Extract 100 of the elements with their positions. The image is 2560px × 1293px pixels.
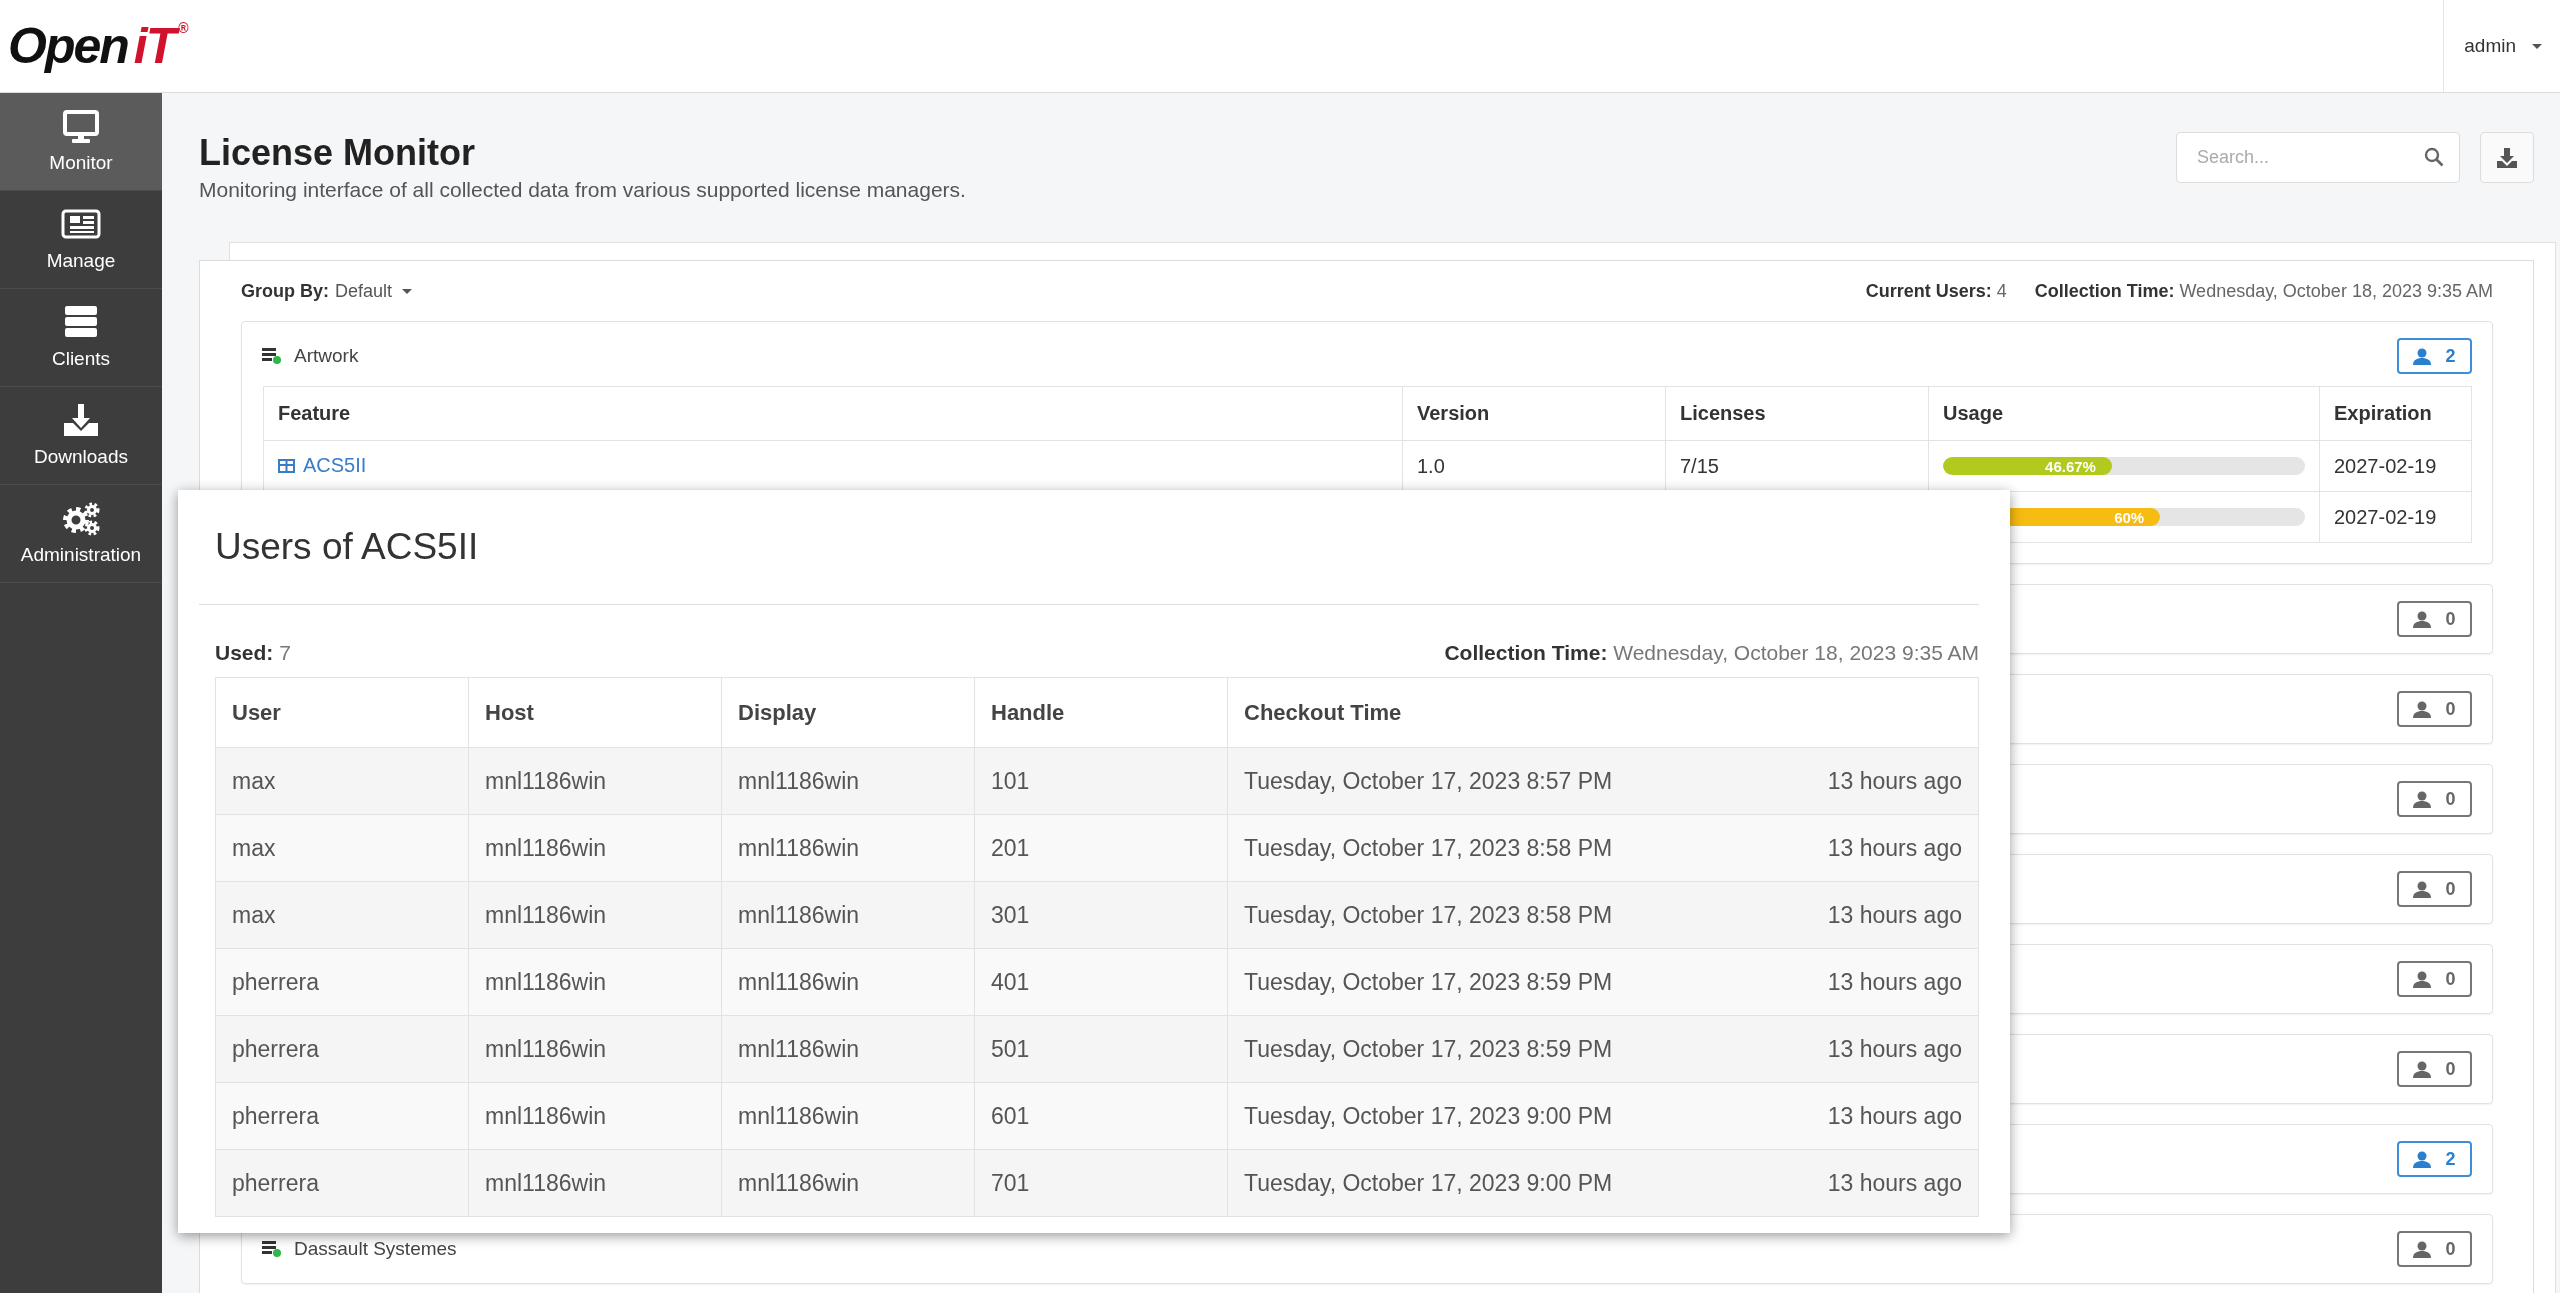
table-cell: mnl1186win (468, 1149, 722, 1217)
users-button[interactable]: 0 (2397, 781, 2472, 817)
caret-icon (2532, 43, 2542, 49)
table-cell: mnl1186win (721, 1149, 975, 1217)
relative-time: 13 hours ago (1827, 834, 1962, 862)
relative-time: 13 hours ago (1827, 767, 1962, 795)
checkout-time: Tuesday, October 17, 2023 8:58 PM (1244, 901, 1613, 929)
checkout-time: Tuesday, October 17, 2023 9:00 PM (1244, 1169, 1613, 1197)
column-header: Host (468, 677, 722, 748)
users-button[interactable]: 2 (2397, 338, 2472, 374)
table-cell: mnl1186win (468, 881, 722, 949)
users-button[interactable]: 0 (2397, 691, 2472, 727)
summary-text: Current Users: 4 (1865, 280, 2007, 302)
relative-time: 13 hours ago (1827, 1169, 1962, 1197)
relative-time: 13 hours ago (1827, 1035, 1962, 1063)
table-cell: 101 (974, 747, 1228, 815)
newspaper-icon (61, 207, 101, 242)
table-cell: 201 (974, 814, 1228, 882)
table-cell: max (215, 881, 469, 949)
page-title: License Monitor (199, 132, 477, 174)
nav-item[interactable]: Monitor (0, 93, 162, 191)
table-cell: mnl1186win (468, 814, 722, 882)
table-cell: 701 (974, 1149, 1228, 1217)
table-cell: 2027-02-19 (2319, 440, 2472, 492)
table-cell: mnl1186win (468, 948, 722, 1016)
user-icon (2413, 880, 2432, 898)
user-icon (2413, 347, 2432, 365)
table-icon (278, 458, 295, 473)
user-icon (2413, 1240, 2432, 1258)
used-count: Used: 7 (215, 641, 291, 665)
column-header: Handle (974, 677, 1228, 748)
column-header: Licenses (1665, 386, 1929, 441)
users-button[interactable]: 0 (2397, 1231, 2472, 1267)
users-button[interactable]: 0 (2397, 961, 2472, 997)
group-by-label: Group By: (241, 280, 329, 302)
table-cell: mnl1186win (721, 747, 975, 815)
users-button[interactable]: 2 (2397, 1141, 2472, 1177)
table-cell: 401 (974, 948, 1228, 1016)
download-button[interactable] (2480, 132, 2534, 183)
search-icon (2424, 147, 2444, 167)
group-name: Dassault Systemes (294, 1238, 457, 1260)
download-icon (2496, 146, 2518, 169)
group-by-dropdown[interactable]: Default (335, 280, 413, 302)
table-cell: 2027-02-19 (2319, 491, 2472, 543)
user-icon (2413, 790, 2432, 808)
table-cell: mnl1186win (721, 948, 975, 1016)
checkout-time: Tuesday, October 17, 2023 8:58 PM (1244, 834, 1613, 862)
group-name: Artwork (294, 345, 359, 367)
user-icon (2413, 1150, 2432, 1168)
checkout-time: Tuesday, October 17, 2023 8:59 PM (1244, 968, 1613, 996)
table-cell: max (215, 747, 469, 815)
user-icon (2413, 970, 2432, 988)
checkout-time: Tuesday, October 17, 2023 8:59 PM (1244, 1035, 1613, 1063)
search-field[interactable]: Search... (2176, 132, 2460, 183)
table-cell: 501 (974, 1015, 1228, 1083)
checkout-time: Tuesday, October 17, 2023 8:57 PM (1244, 767, 1613, 795)
table-cell: mnl1186win (468, 1082, 722, 1150)
feature-link[interactable]: ACS5II (278, 454, 367, 478)
collection-time: Collection Time: Wednesday, October 18, 2023 9:35 AM (1444, 641, 1979, 665)
column-header: Expiration (2319, 386, 2472, 441)
usage-percent: 60% (2114, 508, 2145, 526)
column-header: Usage (1928, 386, 2320, 441)
table-cell: pherrera (215, 1149, 469, 1217)
table-cell: mnl1186win (721, 881, 975, 949)
app-logo[interactable]: OpeniT$^{®}$ (8, 21, 187, 71)
download-icon (61, 403, 101, 438)
table-cell: mnl1186win (468, 747, 722, 815)
column-header: Version (1402, 386, 1666, 441)
server-status-icon (262, 347, 282, 365)
table-cell: mnl1186win (468, 1015, 722, 1083)
relative-time: 13 hours ago (1827, 901, 1962, 929)
monitor-icon (61, 109, 101, 144)
column-header: User (215, 677, 469, 748)
checkout-time: Tuesday, October 17, 2023 9:00 PM (1244, 1102, 1613, 1130)
table-cell: 301 (974, 881, 1228, 949)
column-header: Feature (263, 386, 1403, 441)
server-status-icon (262, 1240, 282, 1258)
table-cell: pherrera (215, 948, 469, 1016)
summary-text: Collection Time: Wednesday, October 18, 2023 9:35 AM (2034, 280, 2493, 302)
users-button[interactable]: 0 (2397, 871, 2472, 907)
table-cell: mnl1186win (721, 1015, 975, 1083)
usage-percent: 46.67% (2045, 457, 2096, 475)
dialog-title: Users of ACS5II (215, 525, 480, 569)
column-header: Display (721, 677, 975, 748)
table-cell: max (215, 814, 469, 882)
column-header: Checkout Time (1227, 677, 1979, 748)
table-cell: mnl1186win (721, 814, 975, 882)
gears-icon (61, 501, 101, 536)
page-subtitle: Monitoring interface of all collected data from various supported license managers. (199, 178, 966, 202)
user-icon (2413, 700, 2432, 718)
table-cell: pherrera (215, 1082, 469, 1150)
user-icon (2413, 610, 2432, 628)
users-button[interactable]: 0 (2397, 601, 2472, 637)
table-cell: pherrera (215, 1015, 469, 1083)
relative-time: 13 hours ago (1827, 1102, 1962, 1130)
table-cell: mnl1186win (721, 1082, 975, 1150)
users-button[interactable]: 0 (2397, 1051, 2472, 1087)
user-icon (2413, 1060, 2432, 1078)
relative-time: 13 hours ago (1827, 968, 1962, 996)
table-cell: 601 (974, 1082, 1228, 1150)
